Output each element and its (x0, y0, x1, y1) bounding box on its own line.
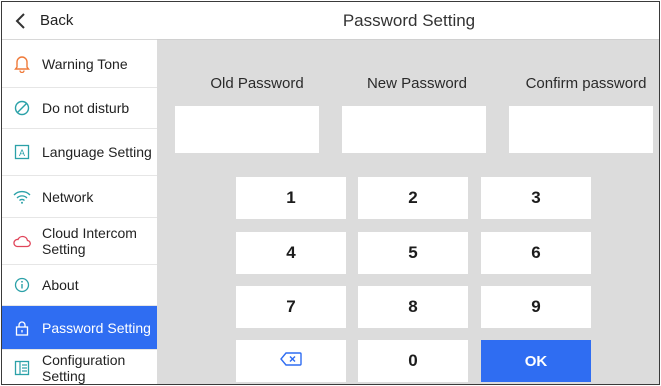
key-6[interactable]: 6 (481, 232, 591, 274)
key-1[interactable]: 1 (236, 177, 346, 219)
sidebar-item-cloud-intercom-setting[interactable]: Cloud Intercom Setting (2, 218, 157, 265)
key-2[interactable]: 2 (358, 177, 468, 219)
sidebar-item-configuration-setting[interactable]: Configuration Setting (2, 350, 157, 384)
password-panel: Old Password New Password Confirm passwo… (157, 40, 659, 384)
cloud-icon (2, 234, 42, 248)
key-8[interactable]: 8 (358, 286, 468, 328)
svg-text:A: A (19, 148, 25, 158)
sidebar-item-label: Warning Tone (42, 55, 128, 72)
key-5[interactable]: 5 (358, 232, 468, 274)
sidebar-item-label: Password Setting (42, 319, 151, 336)
ok-button[interactable]: OK (481, 340, 591, 382)
bell-icon (2, 55, 42, 73)
do-not-disturb-icon (2, 100, 42, 116)
back-label: Back (40, 12, 74, 29)
confirm-password-field[interactable] (509, 106, 653, 153)
key-0[interactable]: 0 (358, 340, 468, 382)
lock-icon (2, 320, 42, 336)
sidebar-item-password-setting[interactable]: Password Setting (2, 306, 157, 350)
sidebar-item-warning-tone[interactable]: Warning Tone (2, 40, 157, 88)
key-3[interactable]: 3 (481, 177, 591, 219)
backspace-icon (280, 351, 302, 371)
key-9[interactable]: 9 (481, 286, 591, 328)
sidebar-item-label: Cloud Intercom Setting (42, 225, 137, 257)
sidebar-item-about[interactable]: About (2, 265, 157, 306)
back-button[interactable]: Back (2, 2, 157, 40)
sidebar: Back Warning Tone Do not disturb A Langu… (2, 2, 157, 384)
configuration-icon (2, 360, 42, 376)
sidebar-item-label: About (42, 277, 79, 293)
sidebar-item-label: Do not disturb (42, 100, 130, 116)
backspace-button[interactable] (236, 340, 346, 382)
old-password-field[interactable] (175, 106, 319, 153)
sidebar-item-label: Configuration Setting (42, 352, 126, 384)
page-title: Password Setting (157, 2, 659, 40)
info-icon (2, 277, 42, 293)
old-password-label: Old Password (210, 75, 304, 92)
sidebar-item-label: Network (42, 188, 94, 205)
chevron-left-icon (2, 12, 40, 29)
wifi-icon (2, 190, 42, 204)
language-icon: A (2, 144, 42, 160)
new-password-field[interactable] (342, 106, 486, 153)
key-7[interactable]: 7 (236, 286, 346, 328)
sidebar-item-language-setting[interactable]: A Language Setting (2, 129, 157, 176)
confirm-password-label: Confirm password (525, 75, 647, 92)
new-password-label: New Password (366, 75, 468, 92)
sidebar-item-network[interactable]: Network (2, 176, 157, 218)
sidebar-item-do-not-disturb[interactable]: Do not disturb (2, 88, 157, 129)
sidebar-item-label: Language Setting (42, 144, 152, 160)
key-4[interactable]: 4 (236, 232, 346, 274)
app-window: Back Warning Tone Do not disturb A Langu… (1, 1, 660, 385)
